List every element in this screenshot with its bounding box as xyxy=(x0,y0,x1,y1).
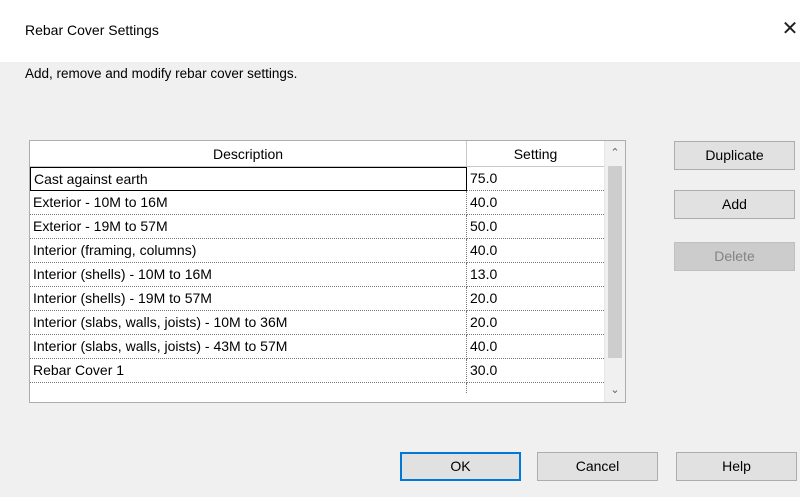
description-cell[interactable]: Exterior - 10M to 16M xyxy=(30,191,467,215)
description-cell-empty xyxy=(30,383,467,393)
setting-cell[interactable]: 20.0 xyxy=(467,311,604,335)
scroll-thumb[interactable] xyxy=(608,166,622,358)
description-cell[interactable]: Interior (slabs, walls, joists) - 10M to… xyxy=(30,311,467,335)
table-row[interactable]: Exterior - 19M to 57M 50.0 xyxy=(30,215,604,239)
setting-cell[interactable]: 40.0 xyxy=(467,191,604,215)
table-row[interactable]: Interior (slabs, walls, joists) - 43M to… xyxy=(30,335,604,359)
setting-cell-empty xyxy=(467,383,604,393)
delete-button[interactable]: Delete xyxy=(674,242,795,271)
description-cell[interactable]: Interior (shells) - 10M to 16M xyxy=(30,263,467,287)
setting-cell[interactable]: 40.0 xyxy=(467,335,604,359)
ok-button[interactable]: OK xyxy=(400,452,521,481)
description-cell[interactable]: Interior (framing, columns) xyxy=(30,239,467,263)
scroll-down-icon[interactable]: ⌄ xyxy=(605,380,625,400)
add-button[interactable]: Add xyxy=(674,190,795,219)
table-row[interactable]: Interior (shells) - 10M to 16M 13.0 xyxy=(30,263,604,287)
table-row[interactable]: Exterior - 10M to 16M 40.0 xyxy=(30,191,604,215)
column-header-setting[interactable]: Setting xyxy=(467,141,604,166)
table-row[interactable]: Cast against earth 75.0 xyxy=(30,167,604,191)
vertical-scrollbar[interactable]: ⌃ ⌄ xyxy=(604,141,625,402)
table-row[interactable]: Interior (framing, columns) 40.0 xyxy=(30,239,604,263)
table-row-partial xyxy=(30,383,604,407)
title-bar: Rebar Cover Settings ✕ xyxy=(0,0,800,62)
scroll-up-icon[interactable]: ⌃ xyxy=(605,143,625,163)
dialog-title: Rebar Cover Settings xyxy=(25,22,159,38)
cancel-button[interactable]: Cancel xyxy=(537,452,658,481)
table-body: Cast against earth 75.0 Exterior - 10M t… xyxy=(30,167,604,407)
column-header-description[interactable]: Description xyxy=(30,141,467,166)
duplicate-button[interactable]: Duplicate xyxy=(674,141,795,170)
setting-cell[interactable]: 75.0 xyxy=(467,167,604,191)
help-button[interactable]: Help xyxy=(676,452,797,481)
rebar-cover-table[interactable]: Description Setting Cast against earth 7… xyxy=(29,140,626,403)
description-cell[interactable]: Cast against earth xyxy=(30,167,467,191)
description-cell[interactable]: Rebar Cover 1 xyxy=(30,359,467,383)
close-icon[interactable]: ✕ xyxy=(780,14,800,44)
table-row[interactable]: Interior (shells) - 19M to 57M 20.0 xyxy=(30,287,604,311)
setting-cell[interactable]: 40.0 xyxy=(467,239,604,263)
table-row[interactable]: Rebar Cover 1 30.0 xyxy=(30,359,604,383)
description-cell[interactable]: Interior (shells) - 19M to 57M xyxy=(30,287,467,311)
setting-cell[interactable]: 50.0 xyxy=(467,215,604,239)
instruction-text: Add, remove and modify rebar cover setti… xyxy=(25,66,298,81)
table-header: Description Setting xyxy=(30,141,604,167)
setting-cell[interactable]: 13.0 xyxy=(467,263,604,287)
description-cell[interactable]: Exterior - 19M to 57M xyxy=(30,215,467,239)
description-cell[interactable]: Interior (slabs, walls, joists) - 43M to… xyxy=(30,335,467,359)
table-row[interactable]: Interior (slabs, walls, joists) - 10M to… xyxy=(30,311,604,335)
setting-cell[interactable]: 30.0 xyxy=(467,359,604,383)
setting-cell[interactable]: 20.0 xyxy=(467,287,604,311)
